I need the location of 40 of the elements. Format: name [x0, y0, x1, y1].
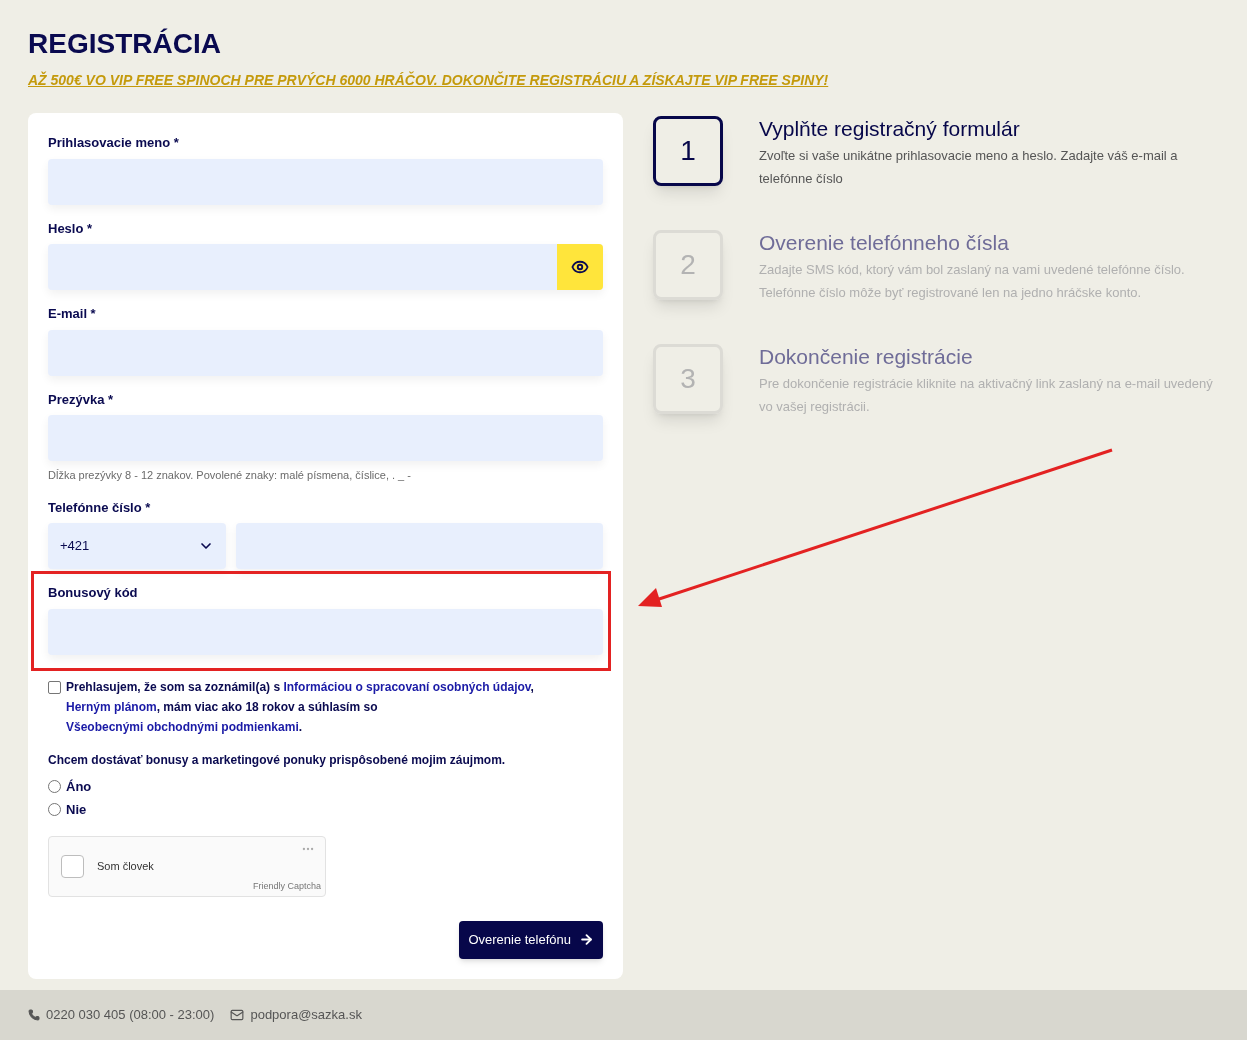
footer-phone: 0220 030 405 (08:00 - 23:00) — [46, 1006, 215, 1025]
field-label: Telefónne číslo * — [48, 498, 152, 517]
step-description: Pre dokončenie registrácie kliknite na aktivačný link zaslaný na e-mail uvedený vo vašej registrácii. — [759, 375, 1214, 416]
consent-link[interactable]: Herným plánom — [66, 699, 157, 714]
step-description: Zadajte SMS kód, ktorý vám bol zaslaný na vami uvedené telefónne číslo. Telefónne číslo môže byť registrované len na jedno hráčske konto. — [759, 261, 1186, 302]
consent-link[interactable]: Informáciou o spracovaní osobných údajov — [283, 679, 531, 694]
verify-phone-button[interactable]: Overenie telefónu — [459, 920, 603, 959]
page-title: REGISTRÁCIA — [28, 27, 222, 61]
field-hint: Dĺžka prezývky 8 - 12 znakov. Povolené znaky: malé písmena, číslice, . _ - — [48, 468, 412, 483]
footer-email[interactable]: podpora@sazka.sk — [250, 1005, 362, 1025]
country-code-select[interactable]: +421 — [48, 523, 226, 569]
field-label: Heslo * — [48, 219, 94, 238]
radio-label: Áno — [66, 777, 92, 796]
step-description: Zvoľte si vaše unikátne prihlasovacie meno a heslo. Zadajte váš e-mail a telefónne číslo — [759, 147, 1179, 188]
step-number: 2 — [653, 230, 723, 300]
consent-link[interactable]: Všeobecnými obchodnými podmienkami — [66, 719, 299, 734]
consent-checkbox[interactable] — [48, 680, 61, 694]
captcha-brand: Friendly Captcha — [252, 880, 321, 893]
show-password-button[interactable] — [557, 244, 603, 290]
step-number: 1 — [653, 116, 723, 186]
captcha-checkbox[interactable] — [61, 854, 84, 878]
captcha-label: Som človek — [97, 858, 154, 874]
step-title: Dokončenie registrácie — [759, 344, 974, 370]
consent-text: Prehlasujem, že som sa zoznámil(a) s Informáciou o spracovaní osobných údajov, Herným plánom, mám viac ako 18 rokov a súhlasím so Všeobecnými obchodnými podmienkami. — [66, 678, 535, 736]
step-title: Vyplňte registračný formulár — [759, 116, 1021, 142]
marketing-question: Chcem dostávať bonusy a marketingové ponuky prispôsobené mojim záujmom. — [48, 751, 507, 769]
field-label: Bonusový kód — [48, 584, 139, 602]
arrow-right-icon — [579, 932, 594, 947]
field-label: Prezývka * — [48, 390, 115, 409]
password-field[interactable] — [48, 244, 603, 290]
field-label: Prihlasovacie meno * — [48, 134, 180, 152]
radio-button[interactable] — [48, 803, 61, 817]
mail-icon — [230, 1008, 245, 1022]
eye-icon — [571, 258, 589, 276]
field-label: E-mail * — [48, 305, 97, 323]
step-title: Overenie telefónneho čísla — [759, 230, 1010, 256]
step-number: 3 — [653, 344, 723, 414]
radio-button[interactable] — [48, 779, 61, 793]
radio-label: Nie — [66, 801, 87, 819]
phone-icon — [28, 1009, 40, 1021]
